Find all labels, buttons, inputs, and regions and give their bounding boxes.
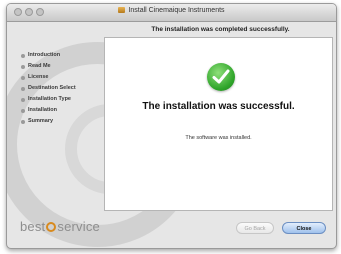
installer-steps-list: Introduction Read Me License Destination… bbox=[21, 50, 76, 127]
installer-window: Install Cinemaique Instruments The insta… bbox=[6, 3, 337, 249]
package-icon bbox=[118, 7, 126, 13]
step-bullet-icon bbox=[21, 119, 25, 124]
step-label: Introduction bbox=[28, 52, 61, 58]
step-bullet-icon bbox=[21, 108, 25, 113]
step-item-installation: Installation bbox=[21, 105, 76, 116]
step-item-license: License bbox=[21, 72, 76, 83]
window-title-row: Install Cinemaique Instruments bbox=[7, 7, 336, 14]
step-bullet-icon bbox=[21, 64, 25, 69]
checkmark-glyph-icon bbox=[212, 69, 230, 84]
bestservice-logo: best service bbox=[20, 219, 100, 234]
step-item-introduction: Introduction bbox=[21, 50, 76, 61]
content-panel: The installation was successful. The sof… bbox=[104, 37, 333, 211]
step-item-read-me: Read Me bbox=[21, 61, 76, 72]
success-detail: The software was installed. bbox=[185, 135, 252, 141]
step-label: Summary bbox=[28, 118, 54, 124]
checkmark-icon bbox=[207, 63, 235, 91]
step-bullet-icon bbox=[21, 97, 25, 102]
close-button[interactable]: Close bbox=[282, 222, 326, 234]
go-back-button[interactable]: Go Back bbox=[236, 222, 274, 234]
step-label: Installation Type bbox=[28, 96, 71, 102]
step-header-message: The installation was completed successfu… bbox=[151, 26, 290, 33]
step-item-destination-select: Destination Select bbox=[21, 83, 76, 94]
step-bullet-icon bbox=[21, 75, 25, 80]
success-title: The installation was successful. bbox=[142, 101, 295, 112]
step-label: Destination Select bbox=[28, 85, 76, 91]
title-bar[interactable]: Install Cinemaique Instruments bbox=[7, 4, 336, 22]
step-label: Installation bbox=[28, 107, 58, 113]
logo-ring-icon bbox=[46, 222, 57, 232]
logo-text-before: best bbox=[20, 219, 46, 234]
logo-text-after: service bbox=[57, 219, 100, 234]
step-label: License bbox=[28, 74, 49, 80]
window-title: Install Cinemaique Instruments bbox=[128, 7, 225, 14]
step-bullet-icon bbox=[21, 86, 25, 91]
step-bullet-icon bbox=[21, 53, 25, 58]
step-label: Read Me bbox=[28, 63, 51, 69]
step-item-installation-type: Installation Type bbox=[21, 94, 76, 105]
step-item-summary: Summary bbox=[21, 116, 76, 127]
